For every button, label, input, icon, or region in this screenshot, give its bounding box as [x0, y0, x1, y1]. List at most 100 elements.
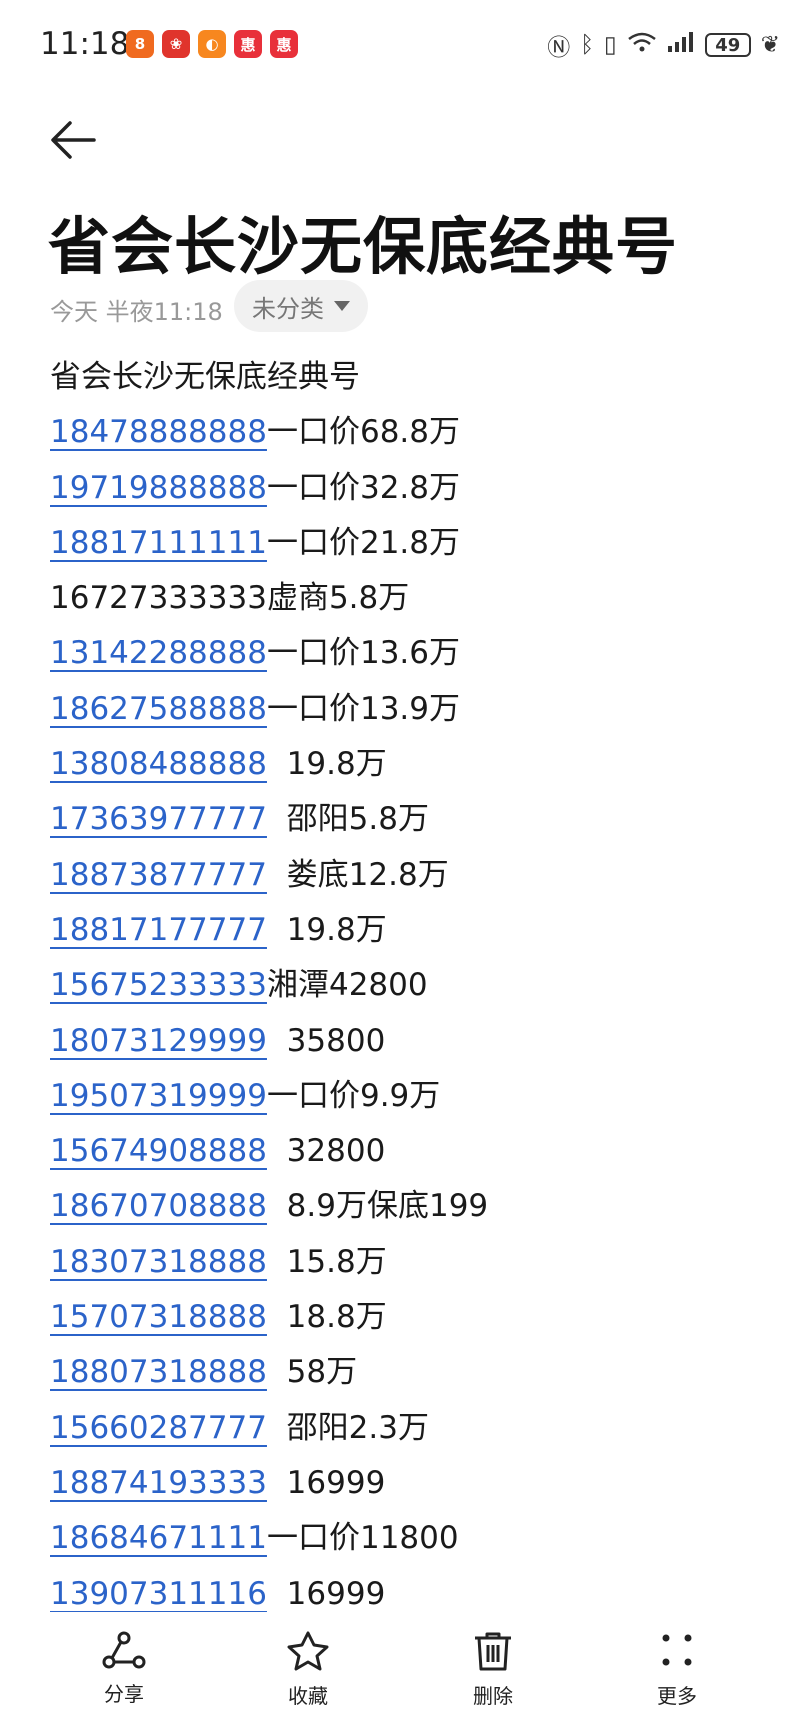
- note-line-text: 一口价21.8万: [266, 524, 460, 561]
- note-title[interactable]: 省会长沙无保底经典号: [48, 196, 678, 286]
- note-line-text: 省会长沙无保底经典号: [50, 359, 360, 395]
- note-line-text: 一口价9.9万: [266, 1077, 441, 1114]
- note-line: 省会长沙无保底经典号: [50, 350, 770, 405]
- phone-number-link[interactable]: 18478888888: [50, 414, 267, 450]
- note-line: 18073129999 35800: [50, 1014, 770, 1069]
- phone-number-link[interactable]: 19719888888: [50, 470, 267, 506]
- arrow-left-icon: [51, 121, 96, 159]
- phone-number-link[interactable]: 18073129999: [50, 1023, 267, 1059]
- more-button[interactable]: 更多: [627, 1630, 727, 1709]
- vibrate-icon: ▯: [604, 32, 617, 58]
- trash-icon: [475, 1632, 511, 1671]
- system-icons: Ⓝ ᛒ ▯ 49 ❦: [547, 28, 780, 62]
- app-icon-2: ❀: [162, 30, 190, 58]
- star-icon: [287, 1631, 329, 1671]
- more-label: 更多: [657, 1684, 697, 1708]
- status-bar: 11:18 8 ❀ ◐ 惠惠 Ⓝ ᛒ ▯ 49 ❦: [0, 0, 800, 92]
- note-line-text: 16727333333虚商5.8万: [50, 580, 410, 617]
- more-dots-icon: [662, 1634, 692, 1666]
- note-line-text: 一口价13.6万: [266, 635, 460, 672]
- note-line-text: 一口价32.8万: [266, 469, 460, 506]
- note-line: 18817177777 19.8万: [50, 903, 770, 958]
- phone-number-link[interactable]: 18874193333: [50, 1465, 267, 1501]
- wifi-icon: [627, 31, 657, 59]
- note-line-text: 湘潭42800: [266, 967, 428, 1004]
- category-selector[interactable]: 未分类: [234, 280, 368, 332]
- note-line: 18478888888一口价68.8万: [50, 405, 770, 460]
- note-line-text: 娄底12.8万: [266, 856, 449, 893]
- note-line-text: 一口价11800: [266, 1520, 459, 1557]
- phone-number-link[interactable]: 15675233333: [50, 967, 267, 1003]
- leaf-icon: ❦: [760, 32, 780, 58]
- note-line-text: 18.8万: [266, 1299, 387, 1336]
- note-line: 18627588888一口价13.9万: [50, 682, 770, 737]
- back-button[interactable]: [48, 118, 98, 162]
- share-button[interactable]: 分享: [74, 1630, 174, 1707]
- note-line-text: 19.8万: [266, 746, 387, 783]
- note-line: 13808488888 19.8万: [50, 737, 770, 792]
- phone-number-link[interactable]: 18627588888: [50, 691, 267, 727]
- note-line: 15674908888 32800: [50, 1124, 770, 1179]
- note-line-text: 32800: [266, 1133, 386, 1170]
- phone-number-link[interactable]: 18817111111: [50, 525, 267, 561]
- note-line: 18874193333 16999: [50, 1456, 770, 1511]
- note-line: 13907311116 16999: [50, 1567, 770, 1612]
- note-body[interactable]: 省会长沙无保底经典号 18478888888一口价68.8万 19719888888…: [50, 350, 770, 1612]
- app-icon-5: 惠: [270, 30, 298, 58]
- phone-number-link[interactable]: 13907311116: [50, 1576, 267, 1612]
- phone-number-link[interactable]: 18807318888: [50, 1354, 267, 1390]
- note-line: 18873877777 娄底12.8万: [50, 848, 770, 903]
- note-line: 18307318888 15.8万: [50, 1235, 770, 1290]
- share-label: 分享: [104, 1682, 144, 1706]
- phone-number-link[interactable]: 17363977777: [50, 801, 267, 837]
- note-line: 16727333333虚商5.8万: [50, 571, 770, 626]
- note-line: 18684671111一口价11800: [50, 1511, 770, 1566]
- phone-number-link[interactable]: 18684671111: [50, 1520, 267, 1556]
- status-time: 11:18: [40, 26, 130, 62]
- note-timestamp: 今天 半夜11:18: [50, 298, 223, 326]
- category-label: 未分类: [252, 294, 324, 323]
- note-line: 18670708888 8.9万保底199: [50, 1179, 770, 1234]
- phone-number-link[interactable]: 13142288888: [50, 635, 267, 671]
- note-line-text: 一口价13.9万: [266, 690, 460, 727]
- note-line: 19719888888一口价32.8万: [50, 461, 770, 516]
- phone-number-link[interactable]: 15707318888: [50, 1299, 267, 1335]
- phone-number-link[interactable]: 15660287777: [50, 1410, 267, 1446]
- note-line-text: 16999: [266, 1575, 386, 1612]
- note-line: 13142288888一口价13.6万: [50, 626, 770, 681]
- phone-number-link[interactable]: 15674908888: [50, 1133, 267, 1169]
- caret-down-icon: [334, 301, 350, 311]
- notification-app-icons: 8 ❀ ◐ 惠惠: [126, 30, 298, 58]
- note-line: 15660287777 邵阳2.3万: [50, 1401, 770, 1456]
- bluetooth-icon: ᛒ: [580, 32, 595, 58]
- note-line: 19507319999一口价9.9万: [50, 1069, 770, 1124]
- battery-icon: 49: [704, 33, 751, 57]
- note-line-text: 58万: [266, 1354, 358, 1391]
- delete-button[interactable]: 删除: [443, 1630, 543, 1709]
- favorite-button[interactable]: 收藏: [258, 1630, 358, 1709]
- note-line: 17363977777 邵阳5.8万: [50, 792, 770, 847]
- note-line: 18817111111一口价21.8万: [50, 516, 770, 571]
- bottom-action-bar: 分享 收藏 删除 更多: [0, 1612, 800, 1727]
- app-icon-1: 8: [126, 30, 154, 58]
- phone-number-link[interactable]: 18670708888: [50, 1188, 267, 1224]
- phone-number-link[interactable]: 18873877777: [50, 857, 267, 893]
- favorite-label: 收藏: [288, 1684, 328, 1708]
- nfc-icon: Ⓝ: [547, 35, 571, 61]
- phone-number-link[interactable]: 18817177777: [50, 912, 267, 948]
- app-icon-4: 惠: [234, 30, 262, 58]
- phone-number-link[interactable]: 18307318888: [50, 1244, 267, 1280]
- note-line-text: 邵阳5.8万: [266, 801, 429, 838]
- note-line: 18807318888 58万: [50, 1345, 770, 1400]
- phone-number-link[interactable]: 13808488888: [50, 746, 267, 782]
- delete-label: 删除: [473, 1684, 513, 1708]
- note-line-text: 19.8万: [266, 911, 387, 948]
- share-icon: [102, 1631, 146, 1669]
- note-line-text: 15.8万: [266, 1243, 387, 1280]
- note-line-text: 一口价68.8万: [266, 414, 460, 451]
- note-line-text: 8.9万保底199: [266, 1188, 489, 1225]
- note-line-text: 邵阳2.3万: [266, 1409, 429, 1446]
- signal-icon: [667, 31, 695, 59]
- phone-number-link[interactable]: 19507319999: [50, 1078, 267, 1114]
- note-line: 15707318888 18.8万: [50, 1290, 770, 1345]
